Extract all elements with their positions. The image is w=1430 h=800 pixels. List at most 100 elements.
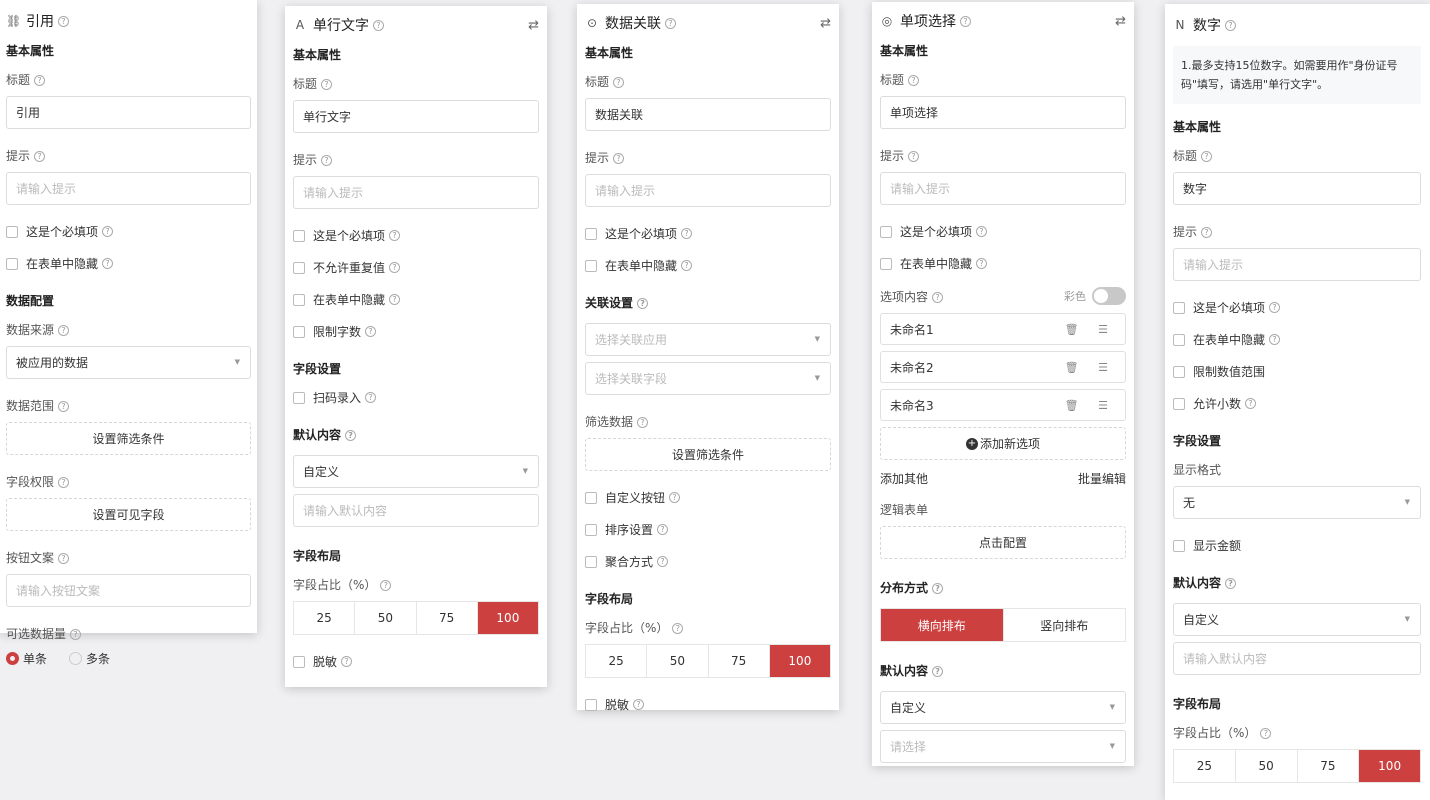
help-icon[interactable]: ? [34, 151, 46, 162]
required-checkbox[interactable]: 这是个必填项? [585, 225, 831, 242]
help-icon[interactable]: ? [1201, 227, 1213, 238]
checkbox-box[interactable] [880, 225, 892, 238]
checkbox-box[interactable] [585, 227, 597, 240]
checkbox-box[interactable] [585, 259, 597, 272]
trash-drag-icons[interactable]: 🗑 ☰ [1065, 323, 1116, 336]
ratio-option-selected[interactable]: 100 [1359, 750, 1420, 782]
swap-icon[interactable]: ⇄ [1115, 14, 1126, 29]
hidden-checkbox[interactable]: 在表单中隐藏? [585, 257, 831, 274]
help-icon[interactable]: ? [321, 79, 333, 90]
set-visible-fields-button[interactable]: 设置可见字段 [6, 498, 251, 531]
format-select[interactable]: 无 ▼ [1173, 486, 1421, 519]
help-icon[interactable]: ? [1260, 728, 1272, 739]
hidden-checkbox[interactable]: 在表单中隐藏? [880, 255, 1126, 272]
help-icon[interactable]: ? [976, 226, 988, 237]
help-icon[interactable]: ? [657, 556, 669, 567]
help-icon[interactable]: ? [908, 75, 920, 86]
help-icon[interactable]: ? [389, 230, 401, 241]
help-icon[interactable]: ? [637, 298, 649, 309]
source-select[interactable]: 被应用的数据 ▼ [6, 346, 251, 379]
batch-edit-link[interactable]: 批量编辑 [1078, 470, 1126, 487]
help-icon[interactable]: ? [34, 75, 46, 86]
link-app-select[interactable]: 选择关联应用 ▼ [585, 323, 831, 356]
checkbox-box[interactable] [585, 555, 597, 568]
help-icon[interactable]: ? [365, 326, 377, 337]
default-type-select[interactable]: 自定义 ▼ [880, 691, 1126, 724]
hint-input[interactable]: 请输入提示 [1173, 248, 1421, 281]
ratio-option[interactable]: 75 [417, 602, 478, 634]
help-icon[interactable]: ? [976, 258, 988, 269]
mask-checkbox[interactable]: 脱敏? [585, 696, 831, 713]
aggregate-checkbox[interactable]: 聚合方式? [585, 553, 831, 570]
checkbox-box[interactable] [1173, 539, 1185, 552]
help-icon[interactable]: ? [932, 583, 944, 594]
ratio-option-selected[interactable]: 100 [477, 602, 538, 634]
default-type-select[interactable]: 自定义 ▼ [1173, 603, 1421, 636]
help-icon[interactable]: ? [321, 155, 333, 166]
help-icon[interactable]: ? [58, 325, 70, 336]
help-icon[interactable]: ? [1269, 334, 1281, 345]
hint-input[interactable]: 请输入提示 [880, 172, 1126, 205]
help-icon[interactable]: ? [70, 629, 82, 640]
help-icon[interactable]: ? [58, 477, 70, 488]
mask-checkbox[interactable]: 脱敏? [293, 653, 539, 670]
help-icon[interactable]: ? [672, 623, 684, 634]
option-item[interactable]: 未命名3 🗑 ☰ [880, 389, 1126, 421]
trash-drag-icons[interactable]: 🗑 ☰ [1065, 361, 1116, 374]
add-option-button[interactable]: + 添加新选项 [880, 427, 1126, 460]
checkbox-box[interactable] [585, 698, 597, 711]
logic-config-button[interactable]: 点击配置 [880, 526, 1126, 559]
ratio-option[interactable]: 50 [647, 645, 709, 677]
amount-checkbox[interactable]: 显示金额 [1173, 537, 1421, 554]
set-filter-button[interactable]: 设置筛选条件 [585, 438, 831, 471]
layout-vertical-option[interactable]: 竖向排布 [1004, 609, 1126, 641]
help-icon[interactable]: ? [908, 151, 920, 162]
radio-single[interactable]: 单条 [6, 650, 47, 667]
help-icon[interactable]: ? [389, 262, 401, 273]
help-icon[interactable]: ? [669, 492, 681, 503]
help-icon[interactable]: ? [932, 666, 944, 677]
decimal-checkbox[interactable]: 允许小数? [1173, 395, 1421, 412]
radio-dot[interactable] [69, 652, 83, 665]
title-input[interactable]: 数字 [1173, 172, 1421, 205]
title-input[interactable]: 单行文字 [293, 100, 539, 133]
help-icon[interactable]: ? [633, 699, 645, 710]
help-icon[interactable]: ? [932, 291, 944, 303]
help-icon[interactable]: ? [380, 580, 392, 591]
help-icon[interactable]: ? [637, 417, 649, 428]
checkbox-box[interactable] [293, 325, 305, 338]
default-input[interactable]: 请输入默认内容 [1173, 642, 1421, 675]
help-icon[interactable]: ? [365, 392, 377, 403]
option-item[interactable]: 未命名1 🗑 ☰ [880, 313, 1126, 345]
toggle-switch[interactable] [1092, 287, 1126, 305]
help-icon[interactable]: ? [960, 15, 971, 27]
required-checkbox[interactable]: 这是个必填项? [880, 223, 1126, 240]
default-type-select[interactable]: 自定义 ▼ [293, 455, 539, 488]
help-icon[interactable]: ? [1201, 151, 1213, 162]
ratio-option[interactable]: 75 [1298, 750, 1360, 782]
checkbox-box[interactable] [293, 261, 305, 274]
checkbox-box[interactable] [293, 655, 305, 668]
set-filter-button[interactable]: 设置筛选条件 [6, 422, 251, 455]
help-icon[interactable]: ? [665, 17, 676, 29]
checkbox-box[interactable] [1173, 333, 1185, 346]
checkbox-box[interactable] [880, 257, 892, 270]
help-icon[interactable]: ? [389, 294, 401, 305]
checkbox-box[interactable] [1173, 365, 1185, 378]
checkbox-box[interactable] [1173, 397, 1185, 410]
hidden-checkbox[interactable]: 在表单中隐藏? [293, 291, 539, 308]
sort-checkbox[interactable]: 排序设置? [585, 521, 831, 538]
help-icon[interactable]: ? [681, 260, 693, 271]
custom-button-checkbox[interactable]: 自定义按钮? [585, 489, 831, 506]
add-other-link[interactable]: 添加其他 [880, 470, 928, 487]
help-icon[interactable]: ? [657, 524, 669, 535]
help-icon[interactable]: ? [1245, 398, 1257, 409]
default-input[interactable]: 请输入默认内容 [293, 494, 539, 527]
ratio-option[interactable]: 25 [586, 645, 648, 677]
limit-length-checkbox[interactable]: 限制字数? [293, 323, 539, 340]
help-icon[interactable]: ? [1269, 302, 1281, 313]
help-icon[interactable]: ? [681, 228, 693, 239]
help-icon[interactable]: ? [58, 15, 69, 27]
help-icon[interactable]: ? [1225, 578, 1237, 589]
scan-checkbox[interactable]: 扫码录入? [293, 389, 539, 406]
